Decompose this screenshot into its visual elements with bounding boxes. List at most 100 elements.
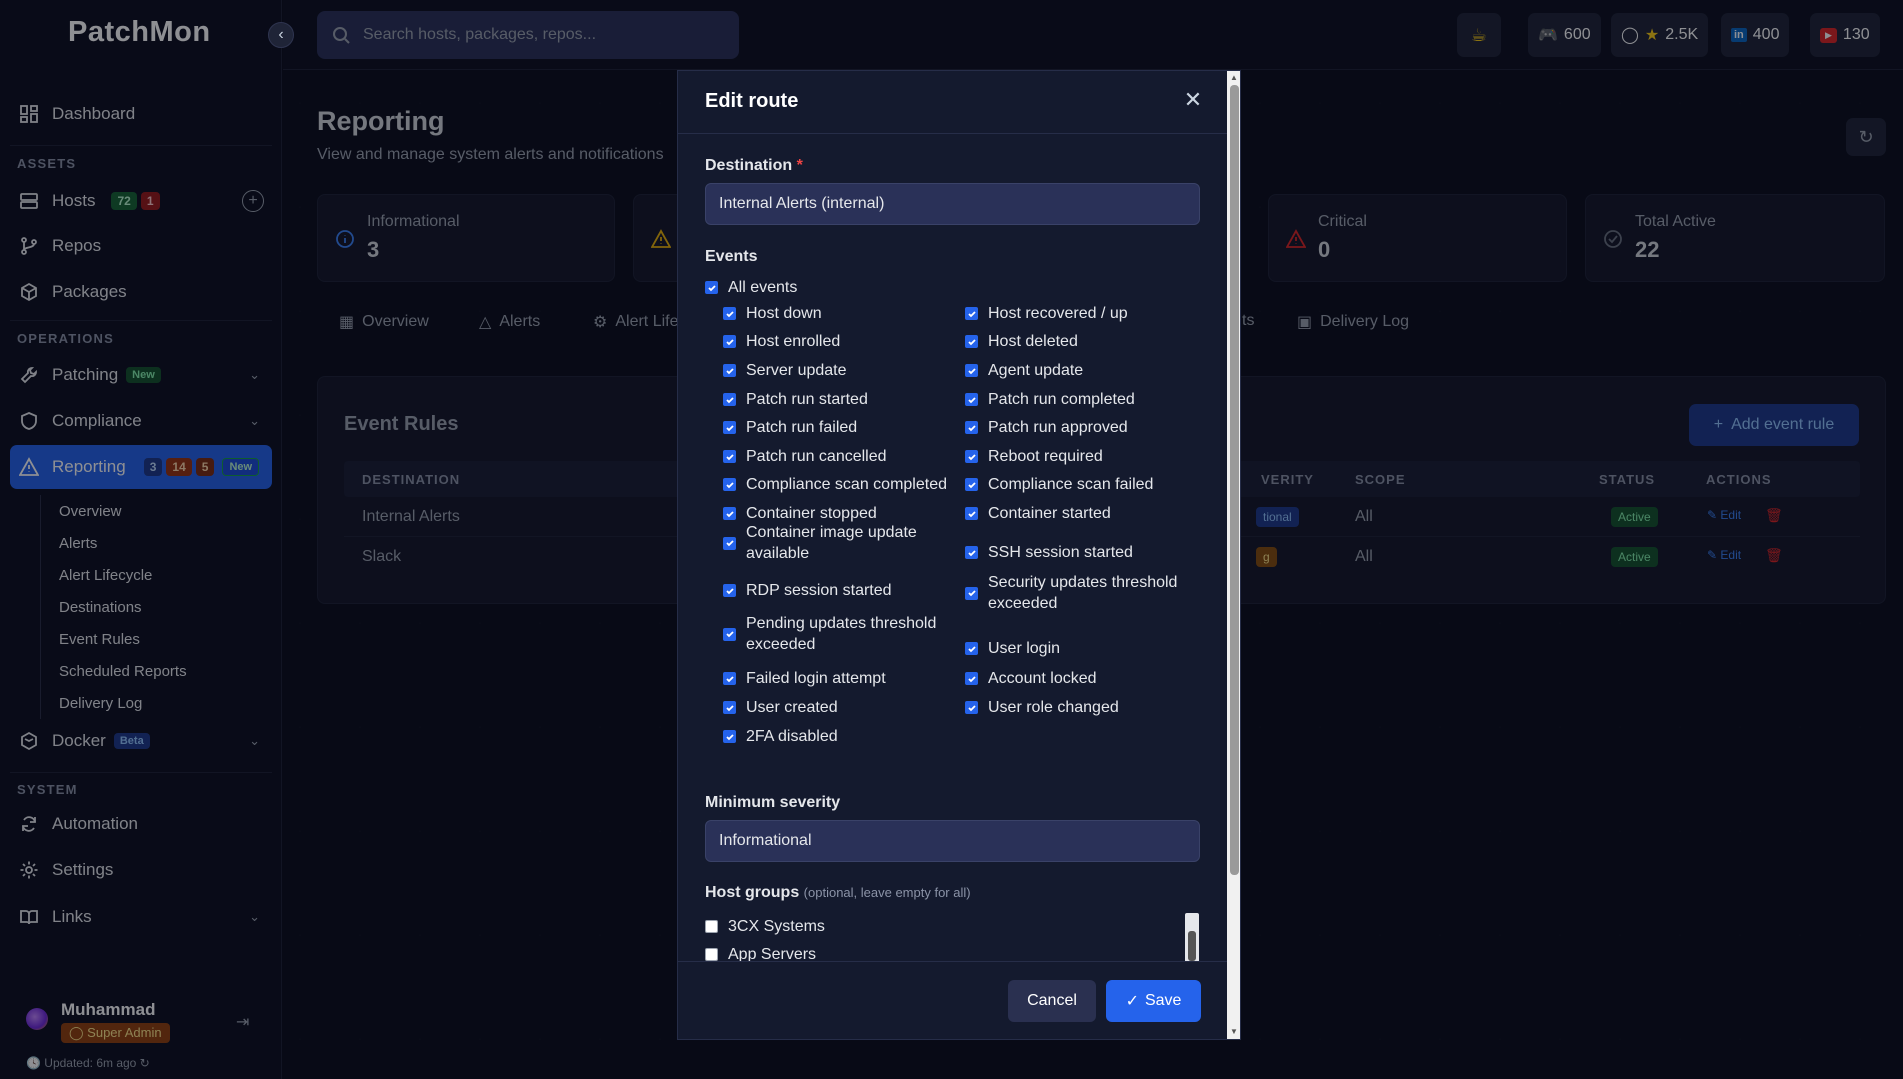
host-group-checkbox[interactable]: 3CX Systems [705,916,825,937]
modal-scrollbar[interactable]: ▲ ▼ [1227,71,1240,1039]
event-checkbox[interactable]: Patch run started [723,389,953,410]
cancel-button[interactable]: Cancel [1008,980,1096,1022]
check-icon [725,704,734,711]
event-checkbox[interactable]: Host deleted [965,331,1195,352]
checkbox-checked[interactable] [965,335,978,348]
checkbox-checked[interactable] [965,546,978,559]
destination-select[interactable]: Internal Alerts (internal) [705,183,1200,225]
scroll-down-icon[interactable]: ▼ [1230,1027,1238,1036]
checkbox-checked[interactable] [723,364,736,377]
event-checkbox[interactable]: Compliance scan completed [723,474,953,495]
checkbox-checked[interactable] [723,536,736,550]
checkbox-label: Server update [746,362,847,379]
checkbox-label: SSH session started [988,544,1133,561]
checkbox-checked[interactable] [965,586,978,600]
collapse-sidebar-button[interactable]: ‹ [268,22,294,48]
checkbox-label: Patch run failed [746,419,858,436]
event-checkbox[interactable]: Agent update [965,360,1195,381]
event-checkbox[interactable]: Container stopped [723,503,953,524]
modal-title: Edit route [705,90,799,112]
close-icon[interactable]: ✕ [1180,87,1206,113]
checkbox-unchecked[interactable] [705,920,718,933]
check-icon [725,587,734,594]
checkbox-label: Host down [746,305,822,322]
check-icon [967,310,976,317]
event-checkbox[interactable]: User role changed [965,697,1195,718]
checkbox-checked[interactable] [723,335,736,348]
checkbox-checked[interactable] [965,307,978,320]
checkbox-checked[interactable] [965,672,978,685]
checkbox-checked[interactable] [965,364,978,377]
checkbox-label: RDP session started [746,582,892,599]
event-checkbox[interactable]: Patch run failed [723,417,953,438]
host-groups-label-text: Host groups [705,884,800,901]
checkbox-label: Reboot required [988,448,1103,465]
event-checkbox[interactable]: RDP session started [723,580,953,601]
event-checkbox[interactable]: 2FA disabled [723,726,953,747]
checkbox-label: Patch run completed [988,391,1135,408]
check-icon [725,310,734,317]
checkbox-checked[interactable] [723,701,736,714]
save-button[interactable]: ✓ Save [1106,980,1201,1022]
checkbox-unchecked[interactable] [705,948,718,961]
event-checkbox[interactable]: Pending updates threshold exceeded [723,613,953,655]
event-checkbox[interactable]: Container image update available [723,522,953,564]
checkbox-checked[interactable] [965,450,978,463]
event-checkbox[interactable]: Reboot required [965,446,1195,467]
checkbox-checked[interactable] [723,730,736,743]
checkbox-checked[interactable] [965,701,978,714]
check-icon [725,675,734,682]
event-checkbox[interactable]: Account locked [965,668,1195,689]
checkbox-label: User role changed [988,699,1119,716]
event-checkbox[interactable]: Patch run approved [965,417,1195,438]
checkbox-label: Agent update [988,362,1084,379]
event-checkbox[interactable]: Security updates threshold exceeded [965,572,1195,614]
checkbox-checked[interactable] [965,642,978,655]
checkbox-checked[interactable] [965,421,978,434]
severity-select[interactable]: Informational [705,820,1200,862]
check-icon [725,481,734,488]
checkbox-checked[interactable] [723,507,736,520]
checkbox-checked[interactable] [723,450,736,463]
event-checkbox[interactable]: User created [723,697,953,718]
event-checkbox[interactable]: Host down [723,303,953,324]
checkbox-checked[interactable] [965,478,978,491]
scroll-up-icon[interactable]: ▲ [1230,73,1238,82]
event-checkbox[interactable]: Host enrolled [723,331,953,352]
checkbox-checked[interactable] [965,393,978,406]
checkbox-checked[interactable] [723,627,736,641]
modal-header: Edit route ✕ [678,71,1227,134]
scrollbar-thumb[interactable] [1230,85,1239,875]
checkbox-label: Container started [988,505,1111,522]
checkbox-label: Account locked [988,670,1097,687]
checkbox-label: Container image update available [746,524,917,562]
check-icon: ✓ [1125,993,1139,1010]
event-checkbox[interactable]: Compliance scan failed [965,474,1195,495]
checkbox-checked[interactable] [965,507,978,520]
checkbox-label: Patch run cancelled [746,448,887,465]
scrollbar-thumb[interactable] [1188,931,1196,961]
check-icon [725,733,734,740]
checkbox-checked[interactable] [723,672,736,685]
checkbox-checked[interactable] [705,281,718,294]
event-checkbox[interactable]: Failed login attempt [723,668,953,689]
event-checkbox[interactable]: Patch run completed [965,389,1195,410]
checkbox-label: Failed login attempt [746,670,886,687]
host-groups-scrollbar[interactable] [1185,913,1199,963]
checkbox-checked[interactable] [723,393,736,406]
checkbox-label: Compliance scan failed [988,476,1154,493]
event-checkbox[interactable]: Host recovered / up [965,303,1195,324]
event-checkbox[interactable]: Patch run cancelled [723,446,953,467]
checkbox-checked[interactable] [723,478,736,491]
event-checkbox[interactable]: Server update [723,360,953,381]
event-checkbox[interactable]: SSH session started [965,542,1195,563]
checkbox-checked[interactable] [723,421,736,434]
check-icon [967,549,976,556]
checkbox-checked[interactable] [723,584,736,597]
check-icon [725,631,734,638]
checkbox-label: Patch run approved [988,419,1128,436]
checkbox-checked[interactable] [723,307,736,320]
all-events-checkbox[interactable]: All events [705,277,935,298]
event-checkbox[interactable]: Container started [965,503,1195,524]
event-checkbox[interactable]: User login [965,638,1195,659]
